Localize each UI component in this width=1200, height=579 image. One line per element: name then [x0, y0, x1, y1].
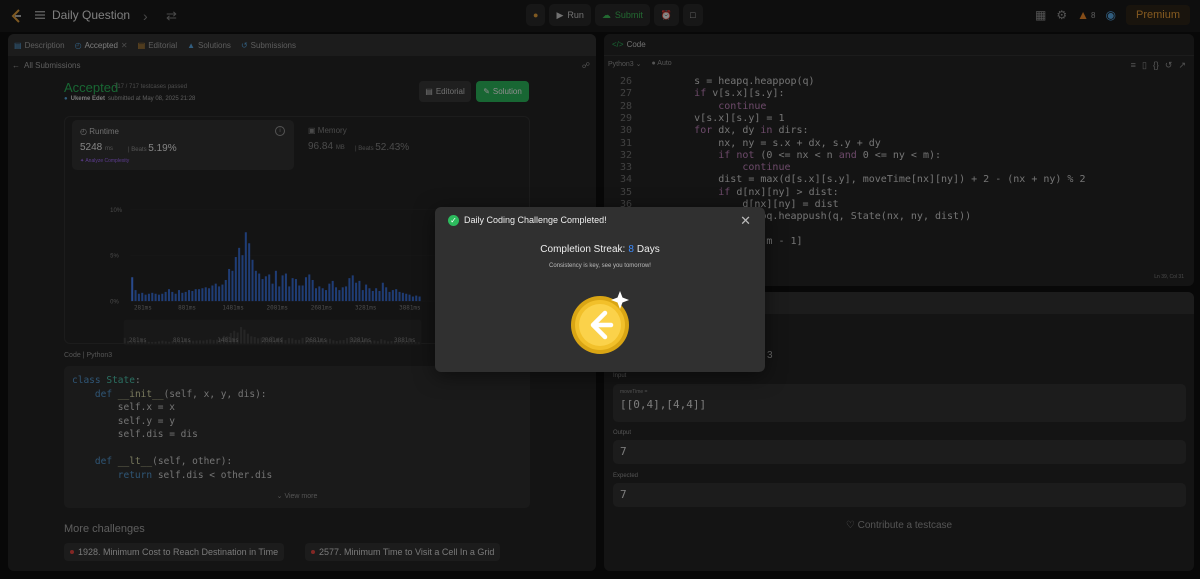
- check-circle-icon: ✓: [448, 215, 459, 226]
- streak-label: Completion Streak:: [540, 244, 626, 255]
- close-icon[interactable]: ✕: [740, 213, 751, 229]
- gold-coin-badge-icon: [571, 291, 629, 354]
- challenge-complete-dialog: ✓ Daily Coding Challenge Completed! ✕ Co…: [435, 207, 765, 372]
- streak-value: 8: [628, 244, 634, 255]
- streak-unit: Days: [636, 244, 660, 255]
- dialog-subtitle: Consistency is key, see you tomorrow!: [549, 263, 651, 269]
- completion-streak: Completion Streak: 8 Days: [435, 244, 765, 255]
- dialog-title: Daily Coding Challenge Completed!: [464, 215, 607, 225]
